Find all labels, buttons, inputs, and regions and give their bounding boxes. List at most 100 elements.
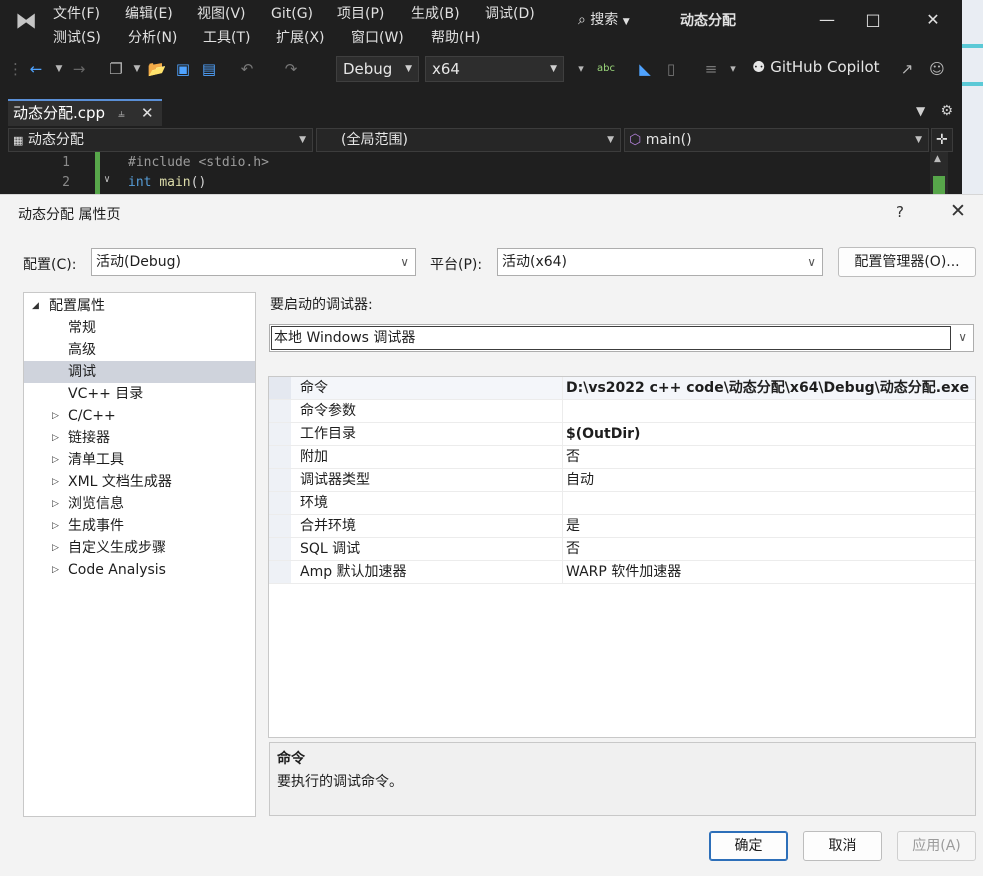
collapsed-arrow-icon[interactable]: ▷ <box>52 449 59 471</box>
menu-item[interactable]: 编辑(E) <box>125 4 173 24</box>
menu-item[interactable]: 视图(V) <box>197 4 246 24</box>
code-editor[interactable]: 1 2 ∨ #include <stdio.h> int main() <box>0 152 952 194</box>
property-row[interactable]: SQL 调试 否 <box>269 538 975 561</box>
config-manager-button[interactable]: 配置管理器(O)... <box>838 247 976 277</box>
back-dropdown-icon[interactable]: ▼ <box>48 58 70 80</box>
project-nav-select[interactable]: ▦ 动态分配 ▼ <box>8 128 313 152</box>
property-value[interactable]: D:\vs2022 c++ code\动态分配\x64\Debug\动态分配.e… <box>566 377 974 399</box>
tree-item[interactable]: ▷ 链接器 <box>24 427 255 449</box>
collapsed-arrow-icon[interactable]: ▷ <box>52 471 59 493</box>
save-all-icon[interactable]: ▤ <box>198 58 220 80</box>
tree-item[interactable]: ▷ 自定义生成步骤 <box>24 537 255 559</box>
collapsed-arrow-icon[interactable]: ▷ <box>52 493 59 515</box>
tree-item[interactable]: ▷ C/C++ <box>24 405 255 427</box>
member-nav-select[interactable]: ⬡ main() ▼ <box>624 128 929 152</box>
close-tab-icon[interactable]: ✕ <box>141 101 154 125</box>
collapsed-arrow-icon[interactable]: ▷ <box>52 559 59 581</box>
redo-icon[interactable]: ↷ <box>280 58 302 80</box>
tree-item[interactable]: 调试 <box>24 361 255 383</box>
property-value[interactable]: WARP 软件加速器 <box>566 561 974 583</box>
toolbar-overflow-2-icon[interactable]: ▾ <box>722 58 744 80</box>
scope-nav-select[interactable]: (全局范围) ▼ <box>316 128 621 152</box>
collapsed-arrow-icon[interactable]: ▷ <box>52 515 59 537</box>
tab-document-cpp[interactable]: 动态分配.cpp ⫨ ✕ <box>8 99 162 126</box>
expanded-arrow-icon[interactable]: ◢ <box>32 295 39 317</box>
menu-item[interactable]: 生成(B) <box>411 4 460 24</box>
new-dropdown-icon[interactable]: ▼ <box>126 58 148 80</box>
collapsed-arrow-icon[interactable]: ▷ <box>52 405 59 427</box>
scroll-thumb[interactable] <box>933 176 945 194</box>
property-row[interactable]: 命令 D:\vs2022 c++ code\动态分配\x64\Debug\动态分配… <box>269 377 975 400</box>
bookmark-icon[interactable]: ▯ <box>660 58 682 80</box>
cursor-icon[interactable]: ◣ <box>634 58 656 80</box>
menu-item[interactable]: 文件(F) <box>53 4 100 24</box>
fold-chevron-icon[interactable]: ∨ <box>104 174 110 185</box>
editor-scrollbar[interactable]: ▲ <box>930 152 948 194</box>
property-row[interactable]: 附加 否 <box>269 446 975 469</box>
tab-list-dropdown-icon[interactable]: ▼ <box>916 104 925 118</box>
menu-item[interactable]: 帮助(H) <box>431 28 480 48</box>
tree-item[interactable]: 常规 <box>24 317 255 339</box>
feedback-icon[interactable]: ☺ <box>926 58 948 80</box>
menu-item[interactable]: 项目(P) <box>337 4 384 24</box>
property-row[interactable]: 合并环境 是 <box>269 515 975 538</box>
collapsed-arrow-icon[interactable]: ▷ <box>52 537 59 559</box>
tree-item[interactable]: ▷ 清单工具 <box>24 449 255 471</box>
menu-item[interactable]: 调试(D) <box>485 4 535 24</box>
property-value[interactable]: $(OutDir) <box>566 423 974 445</box>
tree-item[interactable]: ▷ Code Analysis <box>24 559 255 581</box>
menu-item[interactable]: 工具(T) <box>203 28 250 48</box>
tree-item[interactable]: ▷ XML 文档生成器 <box>24 471 255 493</box>
property-value[interactable]: 自动 <box>566 469 974 491</box>
apply-button[interactable]: 应用(A) <box>897 831 976 861</box>
property-row[interactable]: 命令参数 <box>269 400 975 423</box>
property-row[interactable]: Amp 默认加速器 WARP 软件加速器 <box>269 561 975 584</box>
new-project-icon[interactable]: ❐ <box>105 58 127 80</box>
menu-item[interactable]: 窗口(W) <box>351 28 404 48</box>
settings-gear-icon[interactable]: ⚙ <box>941 103 954 119</box>
minimize-button[interactable]: — <box>812 8 842 32</box>
cancel-button[interactable]: 取消 <box>803 831 882 861</box>
spell-check-icon[interactable]: abc <box>595 58 617 80</box>
menu-item[interactable]: 分析(N) <box>128 28 177 48</box>
menu-item[interactable]: 测试(S) <box>53 28 101 48</box>
visual-studio-logo-icon[interactable]: ⧓ <box>12 8 40 36</box>
github-copilot-button[interactable]: ⚉ GitHub Copilot <box>752 58 880 76</box>
pin-icon[interactable]: ⫨ <box>118 101 125 125</box>
forward-icon[interactable]: → <box>68 58 90 80</box>
share-icon[interactable]: ↗ <box>896 58 918 80</box>
tree-item[interactable]: ▷ 浏览信息 <box>24 493 255 515</box>
debugger-select[interactable]: 本地 Windows 调试器 ∨ <box>269 324 974 352</box>
menu-item[interactable]: Git(G) <box>271 4 313 24</box>
maximize-button[interactable]: □ <box>858 8 888 32</box>
close-window-button[interactable]: ✕ <box>918 8 948 32</box>
close-dialog-icon[interactable]: ✕ <box>950 200 966 222</box>
solution-config-select[interactable]: Debug ▼ <box>336 56 419 82</box>
property-value[interactable]: 是 <box>566 515 974 537</box>
platform-select[interactable]: 活动(x64) ∨ <box>497 248 823 276</box>
search-box[interactable]: ⌕ 搜索 ▼ <box>578 9 630 31</box>
property-row[interactable]: 调试器类型 自动 <box>269 469 975 492</box>
tree-item[interactable]: 高级 <box>24 339 255 361</box>
scroll-up-icon[interactable]: ▲ <box>934 154 941 164</box>
undo-icon[interactable]: ↶ <box>236 58 258 80</box>
config-select[interactable]: 活动(Debug) ∨ <box>91 248 416 276</box>
back-icon[interactable]: ← <box>25 58 47 80</box>
property-value[interactable]: 否 <box>566 446 974 468</box>
tree-item[interactable]: ◢ 配置属性 <box>24 295 255 317</box>
toolbar-overflow-icon[interactable]: ▾ <box>570 58 592 80</box>
menu-item[interactable]: 扩展(X) <box>276 28 325 48</box>
split-editor-icon[interactable]: ✛ <box>931 128 953 152</box>
help-button[interactable]: ? <box>896 203 904 221</box>
solution-platform-select[interactable]: x64 ▼ <box>425 56 564 82</box>
save-icon[interactable]: ▣ <box>172 58 194 80</box>
property-row[interactable]: 环境 <box>269 492 975 515</box>
tree-item[interactable]: VC++ 目录 <box>24 383 255 405</box>
open-folder-icon[interactable]: 📂 <box>146 58 168 80</box>
indent-icon[interactable]: ≡ <box>700 58 722 80</box>
property-row[interactable]: 工作目录 $(OutDir) <box>269 423 975 446</box>
tree-item[interactable]: ▷ 生成事件 <box>24 515 255 537</box>
property-value[interactable]: 否 <box>566 538 974 560</box>
ok-button[interactable]: 确定 <box>709 831 788 861</box>
collapsed-arrow-icon[interactable]: ▷ <box>52 427 59 449</box>
